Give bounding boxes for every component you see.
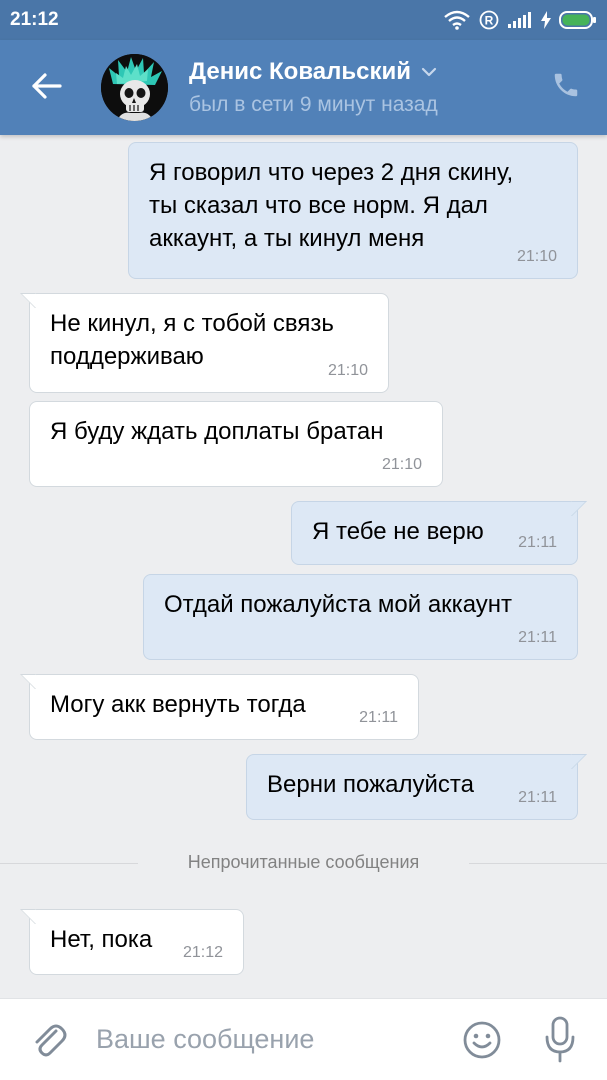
chevron-down-icon bbox=[421, 64, 437, 82]
phone-icon bbox=[551, 70, 581, 105]
avatar[interactable] bbox=[101, 54, 168, 121]
emoji-button[interactable] bbox=[461, 1019, 503, 1061]
message-list[interactable]: Я говорил что через 2 дня скину, ты сказ… bbox=[0, 135, 607, 998]
contact-name-row[interactable]: Денис Ковальский bbox=[189, 58, 437, 86]
message-outgoing[interactable]: Я тебе не верю 21:11 bbox=[291, 501, 587, 565]
bubble-tail bbox=[20, 909, 50, 924]
message-time: 21:12 bbox=[182, 944, 223, 961]
message-incoming[interactable]: Могу акк вернуть тогда 21:11 bbox=[20, 674, 419, 740]
message-incoming[interactable]: Я буду ждать доплаты братан 21:10 bbox=[29, 401, 443, 487]
back-button[interactable] bbox=[22, 68, 72, 108]
microphone-icon bbox=[539, 1016, 581, 1069]
message-text: Я буду ждать доплаты братан bbox=[50, 418, 384, 445]
chat-header: Денис Ковальский был в сети 9 минут наза… bbox=[0, 40, 607, 135]
message-outgoing[interactable]: Верни пожалуйста 21:11 bbox=[246, 754, 587, 820]
svg-text:R: R bbox=[485, 14, 494, 28]
arrow-left-icon bbox=[31, 72, 63, 105]
contact-status: был в сети 9 минут назад bbox=[189, 93, 438, 116]
message-time: 21:10 bbox=[516, 248, 557, 265]
message-incoming[interactable]: Нет, пока 21:12 bbox=[20, 909, 244, 975]
wifi-icon bbox=[443, 10, 471, 30]
message-composer bbox=[0, 998, 607, 1080]
message-time: 21:10 bbox=[327, 362, 368, 379]
divider-line bbox=[469, 863, 607, 864]
smiley-icon bbox=[461, 1021, 503, 1065]
call-button[interactable] bbox=[547, 68, 585, 106]
contact-name: Денис Ковальский bbox=[189, 58, 411, 85]
bubble-tail bbox=[20, 674, 50, 689]
message-time: 21:11 bbox=[359, 709, 398, 726]
message-time: 21:11 bbox=[518, 534, 557, 551]
charging-icon bbox=[541, 11, 551, 29]
status-icons: R bbox=[443, 9, 597, 31]
message-time: 21:10 bbox=[381, 456, 422, 473]
message-text: Я говорил что через 2 дня скину, ты сказ… bbox=[149, 159, 514, 252]
unread-divider: Непрочитанные сообщения bbox=[0, 850, 607, 876]
battery-icon bbox=[559, 10, 597, 30]
message-text: Не кинул, я с тобой связь поддерживаю bbox=[50, 310, 334, 370]
message-input[interactable] bbox=[96, 1017, 436, 1061]
message-outgoing[interactable]: Отдай пожалуйста мой аккаунт 21:11 bbox=[143, 574, 578, 660]
attach-button[interactable] bbox=[28, 1019, 70, 1061]
message-text: Могу акк вернуть тогда bbox=[50, 691, 306, 718]
message-text: Верни пожалуйста bbox=[267, 771, 474, 798]
signal-icon bbox=[507, 11, 533, 29]
bubble-tail bbox=[557, 754, 587, 769]
microphone-button[interactable] bbox=[539, 1015, 581, 1065]
message-time: 21:11 bbox=[518, 629, 557, 646]
bubble-tail bbox=[557, 501, 587, 516]
paperclip-icon bbox=[28, 1024, 70, 1065]
status-time: 21:12 bbox=[10, 9, 59, 30]
status-bar: 21:12 R bbox=[0, 0, 607, 40]
message-incoming[interactable]: Не кинул, я с тобой связь поддерживаю 21… bbox=[20, 293, 389, 393]
roaming-icon: R bbox=[479, 10, 499, 30]
message-outgoing[interactable]: Я говорил что через 2 дня скину, ты сказ… bbox=[128, 142, 578, 279]
message-text: Отдай пожалуйста мой аккаунт bbox=[164, 591, 513, 618]
message-time: 21:11 bbox=[518, 789, 557, 806]
bubble-tail bbox=[20, 293, 50, 308]
